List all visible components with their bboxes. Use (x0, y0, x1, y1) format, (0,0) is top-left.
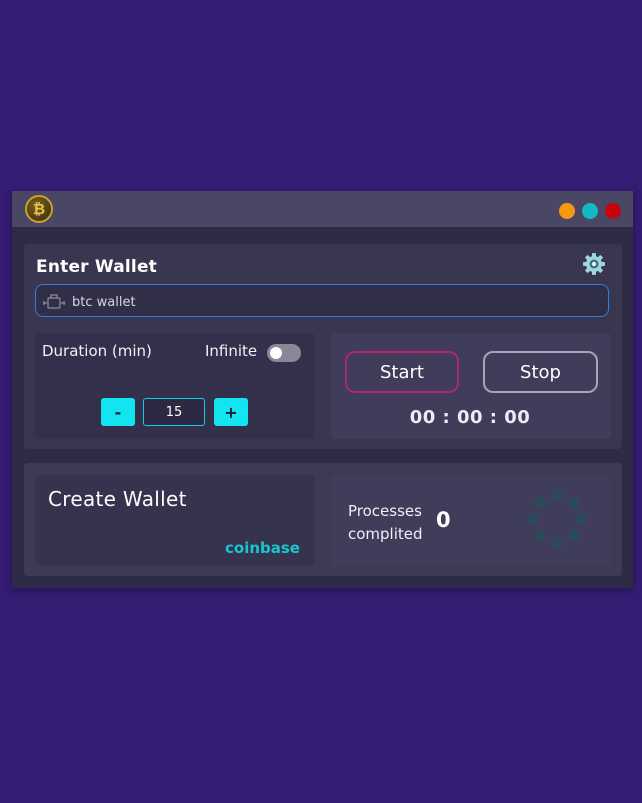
start-button[interactable]: Start (345, 351, 459, 393)
duration-value[interactable]: 15 (143, 398, 205, 426)
duration-label: Duration (min) (42, 342, 152, 360)
title-bar[interactable]: ₿ (12, 191, 633, 227)
wallet-field[interactable] (35, 284, 609, 317)
enter-wallet-title: Enter Wallet (36, 257, 158, 277)
processes-label-line2: complited (348, 525, 423, 543)
minimize-button[interactable] (559, 203, 575, 219)
processes-count: 0 (436, 508, 451, 532)
processes-label: Processes complited (348, 500, 423, 546)
coinbase-link[interactable]: coinbase (225, 539, 300, 557)
processes-label-line1: Processes (348, 502, 422, 520)
gear-icon[interactable] (582, 252, 606, 276)
loading-spinner-icon (527, 489, 587, 549)
increase-button[interactable]: + (214, 398, 248, 426)
wallet-icon (43, 294, 65, 309)
decrease-button[interactable]: - (101, 398, 135, 426)
timer-display: 00 : 00 : 00 (409, 407, 531, 428)
maximize-button[interactable] (582, 203, 598, 219)
infinite-label: Infinite (205, 342, 258, 360)
stop-button[interactable]: Stop (483, 351, 598, 393)
close-button[interactable] (605, 203, 621, 219)
create-wallet-title: Create Wallet (48, 487, 187, 511)
app-window: ₿ Enter Wallet btc wallet Duration (min)… (12, 191, 633, 588)
toggle-knob (270, 347, 282, 359)
bitcoin-icon: ₿ (25, 195, 53, 223)
infinite-toggle[interactable] (267, 344, 301, 362)
wallet-input[interactable] (70, 289, 594, 315)
